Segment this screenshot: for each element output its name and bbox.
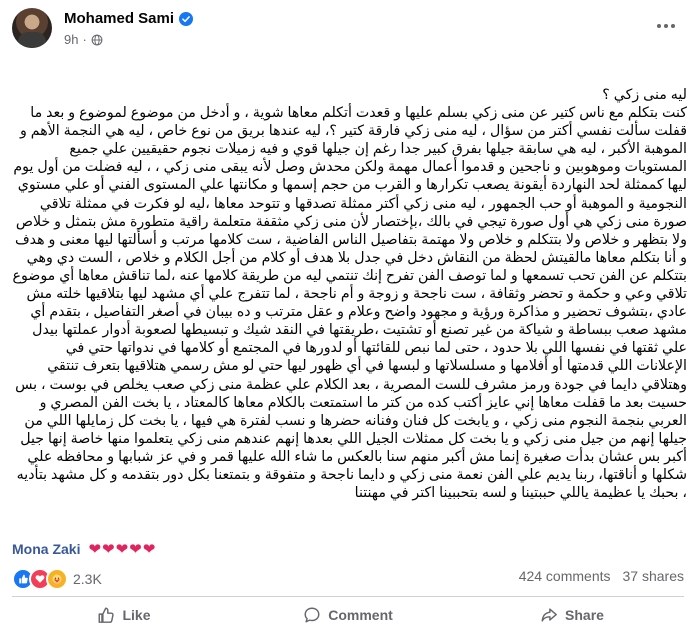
more-options-icon[interactable] — [652, 16, 680, 36]
post-header: Mohamed Sami 9h · — [12, 8, 684, 52]
post-body-text: ليه منى زكي ؟ كنت بتكلم مع ناس كتير عن م… — [12, 87, 687, 502]
reactions-count: 2.3K — [73, 571, 102, 587]
post-actions: Like Comment Share — [12, 600, 684, 630]
share-label: Share — [565, 607, 604, 623]
share-button[interactable]: Share — [460, 600, 684, 630]
hearts-emoji: ❤❤❤❤❤ — [88, 541, 157, 558]
globe-icon — [91, 34, 103, 45]
mention-link[interactable]: Mona Zaki — [12, 541, 80, 557]
comment-bubble-icon — [304, 607, 320, 623]
comment-label: Comment — [328, 607, 393, 623]
post-timestamp[interactable]: 9h — [64, 32, 78, 47]
mention-row: Mona Zaki ❤❤❤❤❤ — [12, 540, 156, 558]
thumbs-up-icon — [99, 607, 115, 623]
shares-count[interactable]: 37 shares — [623, 568, 684, 584]
verified-badge-icon — [179, 11, 194, 26]
meta-dot: · — [82, 32, 87, 47]
comments-count[interactable]: 424 comments — [519, 568, 611, 584]
actions-divider — [12, 596, 684, 597]
share-arrow-icon — [541, 608, 557, 622]
engagement-stats: 2.3K 424 comments 37 shares — [12, 568, 684, 590]
author-avatar[interactable] — [12, 8, 52, 48]
care-reaction-icon — [46, 568, 68, 590]
reactions-summary[interactable]: 2.3K — [12, 568, 102, 590]
author-row: Mohamed Sami — [64, 10, 194, 27]
like-button[interactable]: Like — [12, 600, 236, 630]
comment-button[interactable]: Comment — [236, 600, 460, 630]
comment-share-counts: 424 comments 37 shares — [519, 568, 684, 584]
post-meta: 9h · — [64, 32, 103, 47]
author-name[interactable]: Mohamed Sami — [64, 10, 174, 27]
like-label: Like — [122, 607, 151, 623]
